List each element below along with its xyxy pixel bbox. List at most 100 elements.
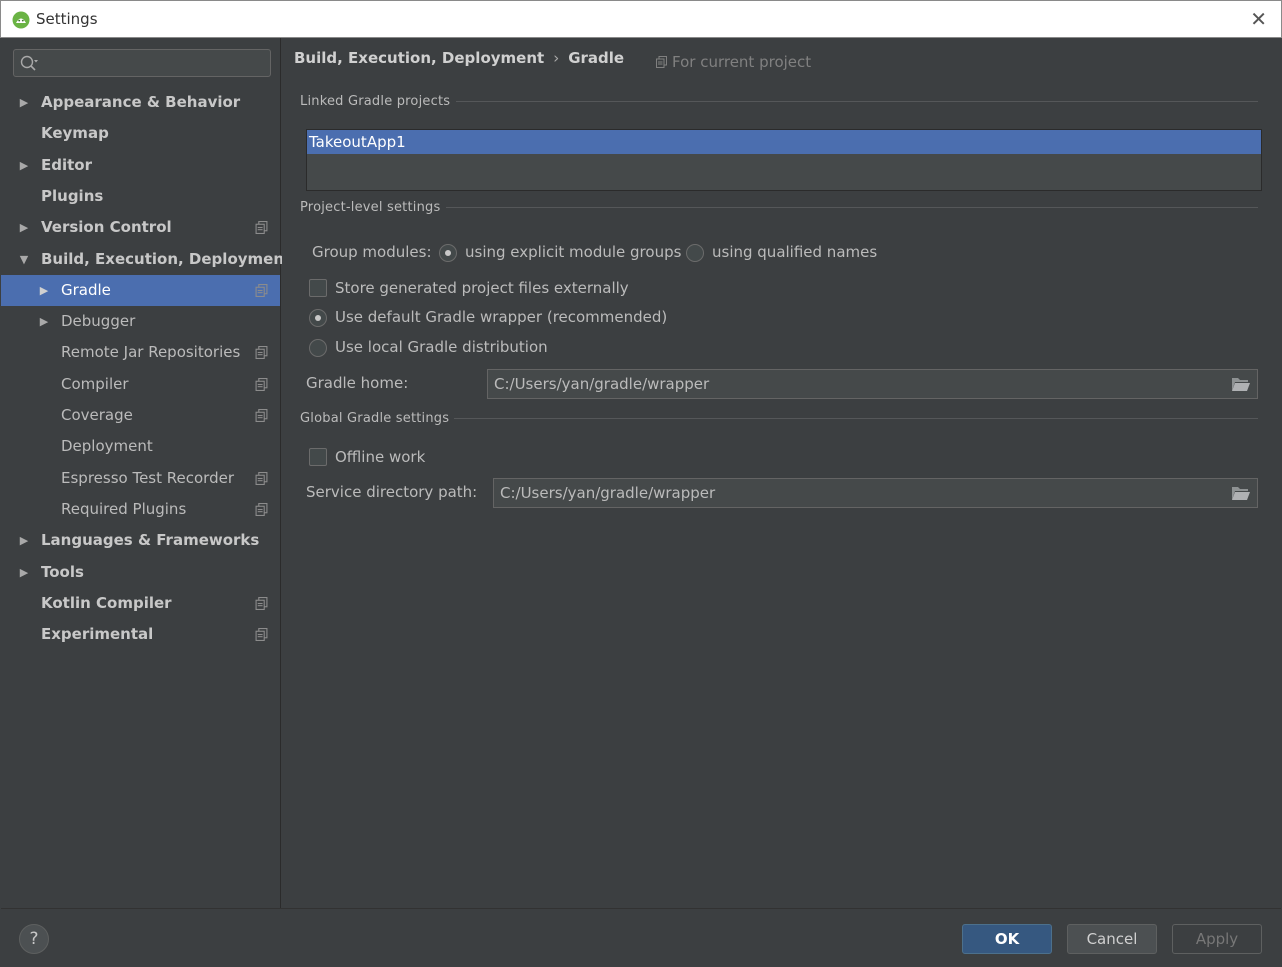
sidebar-item-label: Kotlin Compiler: [41, 593, 172, 612]
service-directory-input[interactable]: [494, 479, 1257, 507]
sidebar-item-gradle[interactable]: ▶ Gradle: [1, 274, 280, 306]
project-level-heading: Project-level settings: [300, 200, 441, 215]
sidebar-item-remote-jar-repositories[interactable]: Remote Jar Repositories: [1, 337, 280, 368]
title-bar: Settings ✕: [0, 0, 1282, 38]
sidebar-item-experimental[interactable]: Experimental: [1, 619, 280, 650]
gradle-settings-panel: Build, Execution, Deployment › Gradle For …: [282, 38, 1281, 908]
sidebar-item-label: Editor: [41, 155, 92, 174]
sidebar-item-label: Coverage: [61, 406, 133, 424]
expand-arrow-right-icon[interactable]: ▶: [17, 87, 31, 118]
scope-indicator: For current project: [656, 53, 811, 71]
sidebar-item-label: Appearance & Behavior: [41, 93, 241, 111]
sidebar-item-debugger[interactable]: ▶ Debugger: [1, 306, 280, 337]
local-distribution-radio[interactable]: [309, 339, 327, 357]
expand-arrow-right-icon[interactable]: ▶: [17, 212, 31, 243]
expand-arrow-right-icon[interactable]: ▶: [17, 557, 31, 588]
qualified-names-label[interactable]: using qualified names: [712, 243, 877, 261]
sidebar-item-label: Keymap: [41, 124, 109, 143]
close-icon[interactable]: ✕: [1250, 7, 1267, 31]
gradle-home-input[interactable]: [488, 370, 1257, 398]
apply-button[interactable]: Apply: [1172, 924, 1262, 954]
sidebar-item-kotlin-compiler[interactable]: Kotlin Compiler: [1, 588, 280, 619]
sidebar-item-label: Languages & Frameworks: [41, 531, 260, 550]
project-scope-icon: [255, 502, 268, 516]
android-studio-icon: [12, 11, 30, 29]
project-scope-icon: [255, 346, 268, 360]
sidebar-item-appearance-behavior[interactable]: ▶ Appearance & Behavior: [1, 87, 280, 118]
sidebar-item-plugins[interactable]: Plugins: [1, 181, 280, 212]
store-externally-label[interactable]: Store generated project files externally: [335, 279, 629, 297]
explicit-groups-radio[interactable]: [439, 244, 457, 262]
help-button[interactable]: ?: [19, 924, 49, 954]
sidebar-item-tools[interactable]: ▶ Tools: [1, 557, 280, 588]
project-scope-icon: [255, 409, 268, 422]
sidebar-item-label: Required Plugins: [61, 499, 187, 518]
global-settings-heading: Global Gradle settings: [300, 411, 450, 426]
sidebar-item-deployment[interactable]: Deployment: [1, 431, 280, 462]
gradle-home-label: Gradle home:: [306, 374, 409, 392]
section-divider: [456, 101, 1258, 102]
qualified-names-radio[interactable]: [686, 244, 704, 262]
service-directory-label: Service directory path:: [306, 483, 478, 501]
breadcrumb: Build, Execution, Deployment › Gradle: [294, 49, 624, 67]
sidebar-item-label: Espresso Test Recorder: [61, 468, 234, 487]
offline-work-label[interactable]: Offline work: [335, 448, 425, 466]
sidebar-item-espresso-test-recorder[interactable]: Espresso Test Recorder: [1, 463, 280, 494]
expand-arrow-right-icon[interactable]: ▶: [37, 306, 51, 337]
folder-icon[interactable]: [1231, 376, 1251, 393]
expand-arrow-down-icon[interactable]: ▼: [17, 244, 31, 275]
ok-button[interactable]: OK: [962, 924, 1052, 954]
sidebar-item-label: Experimental: [41, 625, 154, 644]
sidebar-item-label: Deployment: [61, 437, 153, 456]
breadcrumb-current: Gradle: [568, 49, 625, 67]
search-icon: [20, 55, 38, 71]
sidebar-item-languages-frameworks[interactable]: ▶ Languages & Frameworks: [1, 525, 280, 556]
gradle-home-field[interactable]: [487, 369, 1258, 399]
sidebar-item-label: Tools: [41, 562, 84, 581]
linked-projects-list[interactable]: TakeoutApp1: [306, 129, 1262, 191]
expand-arrow-right-icon[interactable]: ▶: [37, 275, 51, 306]
sidebar-item-keymap[interactable]: Keymap: [1, 118, 280, 149]
project-scope-icon: [255, 596, 268, 610]
explicit-groups-label[interactable]: using explicit module groups: [465, 243, 681, 261]
cancel-button[interactable]: Cancel: [1067, 924, 1157, 954]
sidebar-item-editor[interactable]: ▶ Editor: [1, 150, 280, 181]
linked-projects-heading: Linked Gradle projects: [300, 94, 451, 109]
project-scope-icon: [255, 471, 268, 485]
sidebar-item-label: Remote Jar Repositories: [61, 343, 241, 362]
section-divider: [446, 207, 1258, 208]
project-scope-icon: [255, 377, 268, 391]
project-scope-icon: [656, 56, 667, 68]
project-scope-icon: [255, 283, 268, 297]
folder-icon[interactable]: [1231, 485, 1251, 502]
linked-project-item[interactable]: TakeoutApp1: [307, 130, 1261, 154]
sidebar-item-build-execution-deployment[interactable]: ▼ Build, Execution, Deployment: [1, 244, 291, 275]
breadcrumb-separator: ›: [553, 49, 560, 67]
service-directory-field[interactable]: [493, 478, 1258, 508]
default-wrapper-radio[interactable]: [309, 309, 327, 327]
offline-work-checkbox[interactable]: [309, 448, 327, 466]
sidebar-item-label: Build, Execution, Deployment: [41, 249, 292, 268]
expand-arrow-right-icon[interactable]: ▶: [17, 150, 31, 181]
sidebar-item-required-plugins[interactable]: Required Plugins: [1, 494, 280, 525]
section-divider: [454, 418, 1258, 419]
dialog-footer: ? OK Cancel Apply: [1, 908, 1281, 966]
sidebar-item-label: Compiler: [61, 374, 129, 393]
search-field[interactable]: [13, 49, 271, 77]
sidebar-item-compiler[interactable]: Compiler: [1, 369, 280, 400]
sidebar-item-label: Plugins: [41, 186, 104, 205]
project-scope-icon: [255, 221, 268, 235]
scope-label: For current project: [672, 53, 812, 71]
store-externally-checkbox[interactable]: [309, 279, 327, 297]
sidebar-item-label: Gradle: [61, 280, 111, 299]
breadcrumb-parent: Build, Execution, Deployment: [294, 49, 545, 67]
expand-arrow-right-icon[interactable]: ▶: [17, 525, 31, 556]
settings-sidebar: ▶ Appearance & Behavior Keymap ▶ Editor Plugi…: [1, 38, 291, 908]
sidebar-item-label: Version Control: [41, 218, 172, 237]
default-wrapper-label[interactable]: Use default Gradle wrapper (recommended): [335, 308, 667, 326]
project-scope-icon: [255, 628, 268, 642]
sidebar-item-coverage[interactable]: Coverage: [1, 400, 280, 431]
sidebar-item-label: Debugger: [61, 312, 136, 331]
local-distribution-label[interactable]: Use local Gradle distribution: [335, 338, 548, 356]
sidebar-item-version-control[interactable]: ▶ Version Control: [1, 212, 280, 243]
